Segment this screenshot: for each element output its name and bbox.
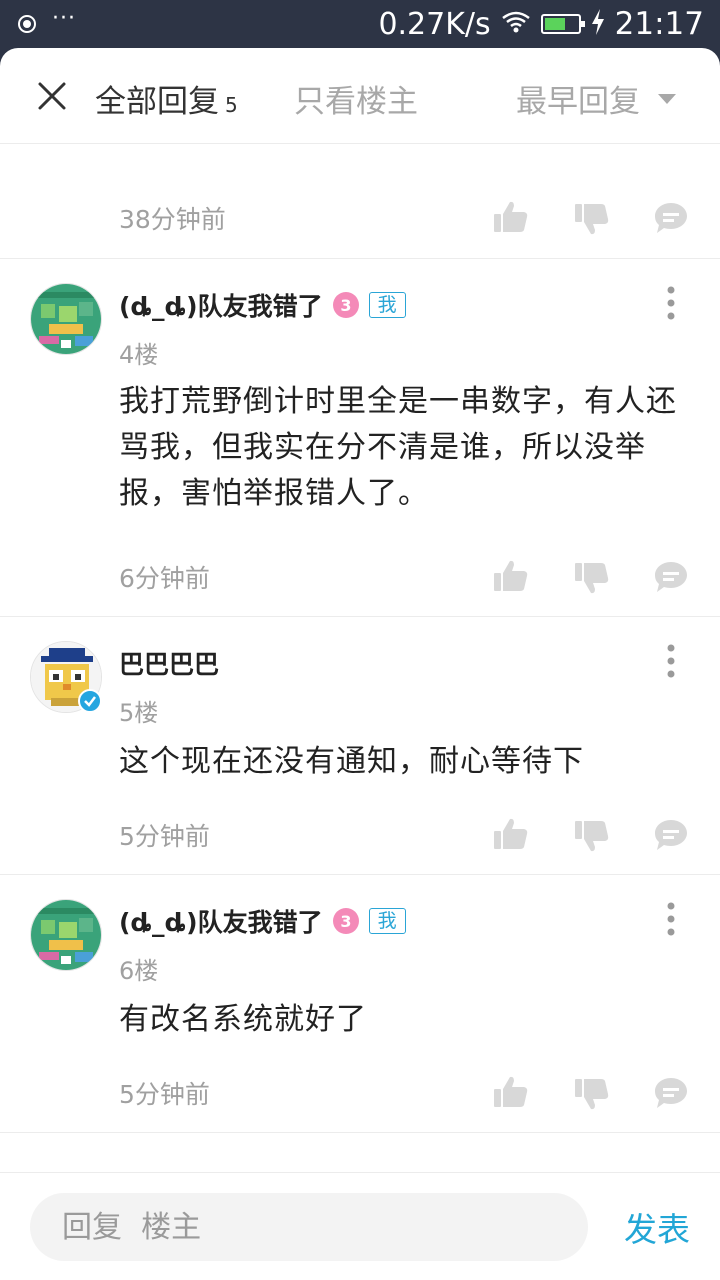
- like-icon[interactable]: [493, 200, 529, 234]
- clock: 21:17: [614, 6, 704, 42]
- status-bar: ··· 0.27K/s 21:17: [0, 0, 720, 48]
- reply-time: 38分钟前: [119, 205, 226, 234]
- send-button[interactable]: 发表: [624, 1203, 690, 1251]
- reply-time: 5分钟前: [119, 822, 210, 851]
- comment-text: 这个现在还没有通知，耐心等待下: [119, 744, 584, 779]
- sort-dropdown[interactable]: 最早回复: [516, 76, 676, 121]
- more-menu-icon[interactable]: [666, 285, 676, 321]
- dislike-icon[interactable]: [574, 202, 610, 236]
- chevron-down-icon: [658, 93, 676, 104]
- close-icon: [38, 82, 66, 110]
- svg-text:3: 3: [340, 296, 351, 315]
- dislike-icon[interactable]: [574, 819, 610, 853]
- avatar[interactable]: [30, 899, 102, 971]
- level-badge-icon: 3: [332, 908, 359, 934]
- me-badge: 我: [368, 908, 406, 934]
- reply-time: 5分钟前: [119, 1080, 210, 1109]
- reply-count: 5: [225, 93, 238, 117]
- like-icon[interactable]: [493, 817, 529, 851]
- like-icon[interactable]: [493, 559, 529, 593]
- me-badge: 我: [368, 292, 406, 318]
- floor-number: 4楼: [119, 341, 159, 369]
- floor-number: 5楼: [119, 699, 159, 727]
- avatar[interactable]: [30, 283, 102, 355]
- tab-all-label: 全部回复: [95, 84, 219, 120]
- comment-icon[interactable]: [653, 818, 689, 852]
- reply-list: 38分钟前 (ȡ_ȡ)队友我错了 3 我 4楼 我打荒野倒计时里全是一串数字，有…: [0, 144, 720, 1133]
- comment-item: (ȡ_ȡ)队友我错了 3 我 6楼 有改名系统就好了 5分钟前: [0, 875, 720, 1133]
- more-menu-icon[interactable]: [666, 901, 676, 937]
- username: 巴巴巴巴: [119, 650, 220, 679]
- comment-author[interactable]: (ȡ_ȡ)队友我错了 3 我: [119, 287, 406, 323]
- username: (ȡ_ȡ)队友我错了: [119, 908, 323, 937]
- wifi-icon: [501, 10, 531, 38]
- list-item: 38分钟前: [0, 144, 720, 259]
- comment-author[interactable]: (ȡ_ȡ)队友我错了 3 我: [119, 903, 406, 939]
- charging-icon: [591, 9, 605, 39]
- comment-icon[interactable]: [653, 201, 689, 235]
- comment-text: 我打荒野倒计时里全是一串数字，有人还骂我，但我实在分不清是谁，所以没举报，害怕举…: [119, 384, 677, 511]
- comment-icon[interactable]: [653, 1076, 689, 1110]
- dislike-icon[interactable]: [574, 561, 610, 595]
- more-notifications-icon: ···: [52, 6, 76, 31]
- comment-item: 巴巴巴巴 5楼 这个现在还没有通知，耐心等待下 5分钟前: [0, 617, 720, 875]
- comment-item: (ȡ_ȡ)队友我错了 3 我 4楼 我打荒野倒计时里全是一串数字，有人还骂我，但…: [0, 259, 720, 617]
- replies-sheet: 全部回复 5 只看楼主 最早回复 38分钟前 (ȡ_ȡ)队友我错了 3 我 4楼…: [0, 48, 720, 1280]
- reply-time: 6分钟前: [119, 564, 210, 593]
- battery-level: [544, 18, 566, 30]
- level-badge-icon: 3: [332, 292, 359, 318]
- tab-owner-only[interactable]: 只看楼主: [294, 76, 418, 121]
- tab-all-replies[interactable]: 全部回复 5: [95, 76, 238, 121]
- dislike-icon[interactable]: [574, 1077, 610, 1111]
- battery-icon: [540, 14, 585, 34]
- reply-bar: 发表: [0, 1172, 720, 1280]
- reply-input[interactable]: [30, 1193, 588, 1261]
- username: (ȡ_ȡ)队友我错了: [119, 292, 323, 321]
- replies-header: 全部回复 5 只看楼主 最早回复: [0, 48, 720, 144]
- network-speed: 0.27K/s: [378, 6, 491, 42]
- comment-icon[interactable]: [653, 560, 689, 594]
- more-menu-icon[interactable]: [666, 643, 676, 679]
- svg-text:3: 3: [340, 912, 351, 931]
- close-button[interactable]: [30, 74, 74, 118]
- comment-text: 有改名系统就好了: [119, 1002, 367, 1037]
- like-icon[interactable]: [493, 1075, 529, 1109]
- verified-icon: [78, 689, 102, 713]
- floor-number: 6楼: [119, 957, 159, 985]
- record-icon: [18, 15, 36, 33]
- comment-author[interactable]: 巴巴巴巴: [119, 645, 219, 681]
- sort-label: 最早回复: [516, 84, 640, 120]
